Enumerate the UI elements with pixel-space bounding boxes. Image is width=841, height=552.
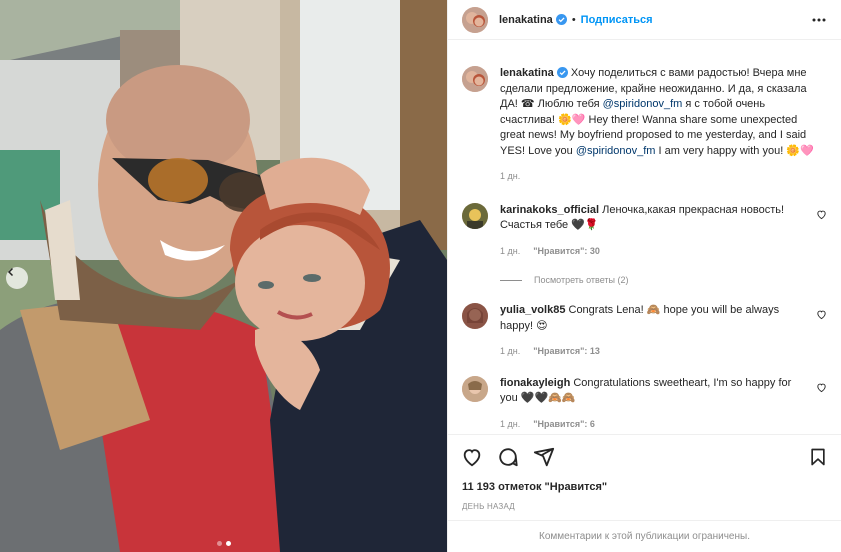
view-replies-button[interactable]: Посмотреть ответы (2) <box>500 275 827 285</box>
comment-time[interactable]: 1 дн. <box>500 344 520 360</box>
verified-badge-icon <box>556 67 568 78</box>
post-photo[interactable] <box>0 0 447 552</box>
comment-body: fionakayleigh Congratulations sweetheart… <box>500 376 800 433</box>
likes-count[interactable]: 11 193 отметок "Нравится" <box>448 478 841 496</box>
photo-illustration <box>0 0 447 552</box>
comments-list: lenakatina Хочу поделиться с вами радост… <box>448 40 841 434</box>
comments-limited-notice: Комментарии к этой публикации ограничены… <box>448 520 841 552</box>
post-sidebar: lenakatina • Подписаться lenakatina Хочу… <box>447 0 841 552</box>
caption-body: lenakatina Хочу поделиться с вами радост… <box>500 66 815 185</box>
caption-author-avatar[interactable] <box>462 66 488 92</box>
comment-meta: 1 дн. "Нравится": 13 <box>500 344 800 360</box>
caption-text-en-end: I am very happy with you! 🌼🩷 <box>655 144 814 157</box>
more-options-icon[interactable] <box>811 12 827 28</box>
avatar-image <box>462 202 488 229</box>
mention-link[interactable]: @spiridonov_fm <box>603 98 683 110</box>
carousel-dot <box>216 541 222 546</box>
replies-line <box>500 279 522 281</box>
save-icon[interactable] <box>808 447 828 467</box>
caption-time[interactable]: 1 дн. <box>500 169 520 185</box>
header-separator: • <box>571 13 576 26</box>
instagram-post: lenakatina • Подписаться lenakatina Хочу… <box>0 0 841 552</box>
comment-likes[interactable]: "Нравится": 6 <box>533 417 595 433</box>
comment-like-icon[interactable] <box>816 209 827 220</box>
comment-username[interactable]: yulia_volk85 <box>500 304 565 316</box>
comment-body: karinakoks_official Леночка,какая прекра… <box>500 203 800 260</box>
comment-body: yulia_volk85 Congrats Lena! 🙈 hope you w… <box>500 303 800 360</box>
share-icon[interactable] <box>533 446 555 468</box>
avatar-image <box>462 303 488 329</box>
caption: lenakatina Хочу поделиться с вами радост… <box>462 66 827 185</box>
action-bar <box>448 434 841 478</box>
heart-icon[interactable] <box>461 446 483 468</box>
avatar-image <box>462 6 488 33</box>
follow-button[interactable]: Подписаться <box>581 14 653 26</box>
comment-likes[interactable]: "Нравится": 13 <box>533 344 600 360</box>
comment-like-icon[interactable] <box>816 382 827 393</box>
carousel-prev-button[interactable] <box>6 267 28 289</box>
avatar-image <box>462 375 488 402</box>
commenter-avatar[interactable] <box>462 303 488 329</box>
author-username[interactable]: lenakatina <box>499 14 553 26</box>
view-replies-label: Посмотреть ответы (2) <box>534 275 629 285</box>
comment-username[interactable]: fionakayleigh <box>500 377 570 389</box>
carousel-indicator <box>0 541 447 546</box>
commenter-avatar[interactable] <box>462 202 488 229</box>
comment-time[interactable]: 1 дн. <box>500 244 520 260</box>
caption-meta: 1 дн. <box>500 169 815 185</box>
carousel-dot-active <box>225 541 231 546</box>
post-date[interactable]: ДЕНЬ НАЗАД <box>448 498 841 516</box>
comment: fionakayleigh Congratulations sweetheart… <box>462 375 827 433</box>
comment-meta: 1 дн. "Нравится": 6 <box>500 417 800 433</box>
chevron-left-icon <box>7 267 14 277</box>
comment-icon[interactable] <box>497 446 519 468</box>
comment: karinakoks_official Леночка,какая прекра… <box>462 202 827 260</box>
comment: yulia_volk85 Congrats Lena! 🙈 hope you w… <box>462 303 827 360</box>
author-avatar[interactable] <box>462 6 488 33</box>
caption-username[interactable]: lenakatina <box>500 67 554 79</box>
comment-like-icon[interactable] <box>816 309 827 320</box>
comment-time[interactable]: 1 дн. <box>500 417 520 433</box>
commenter-avatar[interactable] <box>462 375 488 402</box>
verified-badge-icon <box>555 14 567 25</box>
post-header: lenakatina • Подписаться <box>448 0 841 40</box>
comment-username[interactable]: karinakoks_official <box>500 204 599 216</box>
mention-link[interactable]: @spiridonov_fm <box>576 145 656 157</box>
comment-likes[interactable]: "Нравится": 30 <box>533 244 600 260</box>
avatar-image <box>462 66 488 92</box>
comment-meta: 1 дн. "Нравится": 30 <box>500 244 800 260</box>
